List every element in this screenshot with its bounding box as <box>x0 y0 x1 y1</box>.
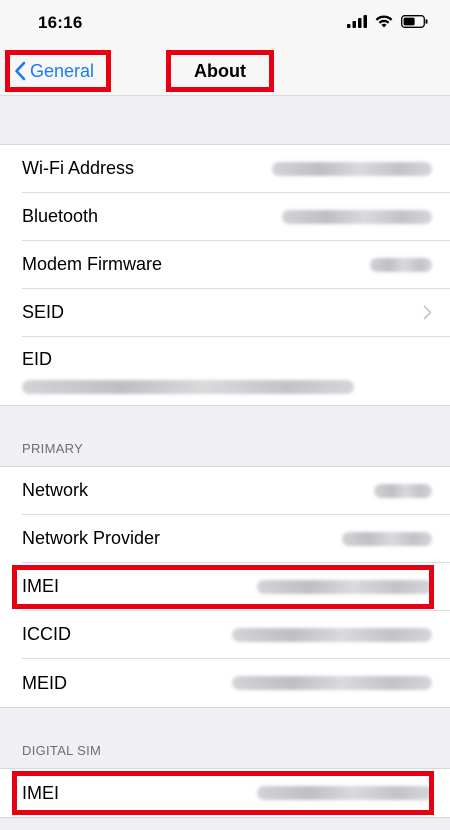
redacted-value <box>257 786 432 800</box>
row-label: Modem Firmware <box>22 254 163 274</box>
wifi-icon <box>375 15 393 33</box>
redacted-value <box>282 209 432 224</box>
row-label: IMEI <box>22 576 60 596</box>
redacted-value <box>272 161 432 176</box>
row-label: Network Provider <box>22 528 161 548</box>
page-title-text: About <box>194 60 246 81</box>
back-button-label: General <box>30 60 95 81</box>
row-imei-primary[interactable]: IMEI <box>12 563 450 611</box>
chevron-left-icon <box>15 61 26 81</box>
redacted-value <box>232 627 432 642</box>
redacted-value <box>257 579 432 594</box>
navigation-bar: General About <box>0 46 450 96</box>
redacted-value <box>342 531 432 546</box>
redacted-value <box>232 676 432 690</box>
row-label: SEID <box>22 302 65 322</box>
section-header-primary: PRIMARY <box>22 441 84 456</box>
redacted-value <box>370 257 432 272</box>
row-bluetooth[interactable]: Bluetooth <box>22 193 450 241</box>
chevron-right-icon <box>423 305 432 320</box>
row-label: Wi-Fi Address <box>22 158 135 178</box>
row-label: Network <box>22 480 89 500</box>
row-label: MEID <box>22 672 67 693</box>
status-icons <box>347 15 428 33</box>
row-label: ICCID <box>22 624 71 644</box>
redacted-value <box>22 379 354 394</box>
row-seid[interactable]: SEID <box>22 289 450 337</box>
row-eid[interactable]: EID <box>22 337 450 405</box>
row-network[interactable]: Network <box>22 467 450 515</box>
row-iccid[interactable]: ICCID <box>22 611 450 659</box>
digital-sim-group: IMEI <box>0 768 450 818</box>
row-modem-firmware[interactable]: Modem Firmware <box>22 241 450 289</box>
row-label: IMEI <box>22 782 60 803</box>
row-network-provider[interactable]: Network Provider <box>22 515 450 563</box>
row-label: EID <box>22 348 53 369</box>
status-bar: 16:16 <box>0 0 450 46</box>
section-header-digital-sim: DIGITAL SIM <box>22 743 102 758</box>
row-label: Bluetooth <box>22 206 99 226</box>
row-meid[interactable]: MEID <box>22 659 450 707</box>
status-time: 16:16 <box>38 13 83 32</box>
row-imei-digital-sim[interactable]: IMEI <box>12 769 450 817</box>
battery-icon <box>401 15 428 33</box>
cellular-signal-icon <box>347 15 367 33</box>
primary-group: Network Network Provider IMEI ICCID MEID <box>0 466 450 708</box>
device-info-group: Wi-Fi Address Bluetooth Modem Firmware S… <box>0 144 450 406</box>
page-title: About <box>166 50 274 92</box>
redacted-value <box>374 483 432 498</box>
row-wifi-address[interactable]: Wi-Fi Address <box>22 145 450 193</box>
about-content: Wi-Fi Address Bluetooth Modem Firmware S… <box>0 96 450 818</box>
back-button[interactable]: General <box>5 50 111 92</box>
